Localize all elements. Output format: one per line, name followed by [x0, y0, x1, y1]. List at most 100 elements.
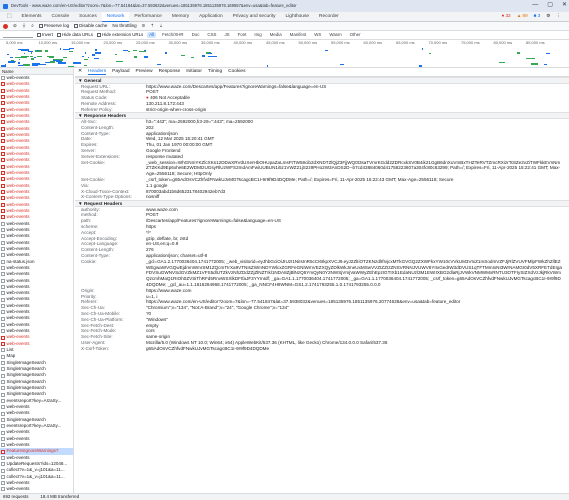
timeline-bar [29, 55, 33, 57]
timeline-bar [87, 56, 90, 59]
request-type-icon [1, 405, 5, 410]
inspect-icon[interactable]: ⬚ [2, 12, 17, 22]
chip-font[interactable]: Font [236, 32, 249, 37]
chip-fetch[interactable]: Fetch/XHR [160, 32, 185, 37]
tab-initiator[interactable]: Initiator [186, 69, 202, 75]
filter-icon[interactable]: ⏚ [22, 23, 27, 28]
tab-headers[interactable]: Headers [88, 69, 107, 76]
chip-doc[interactable]: Doc [190, 32, 202, 37]
timeline-bar [44, 50, 48, 52]
chip-js[interactable]: JS [222, 32, 231, 37]
tab-payload[interactable]: Payload [112, 69, 129, 75]
detail-tabs: ✕ Headers Payload Preview Response Initi… [75, 68, 569, 77]
close-detail-icon[interactable]: ✕ [78, 69, 82, 75]
tab-memory[interactable]: Memory [167, 12, 194, 22]
chip-ws[interactable]: WS [312, 32, 323, 37]
hide-extension-urls-checkbox[interactable]: Hide extension URLs [96, 32, 143, 37]
tab-console[interactable]: Console [47, 12, 75, 22]
request-type-icon [1, 266, 5, 270]
tab-lighthouse[interactable]: Lighthouse [281, 12, 314, 22]
tab-recorder[interactable]: Recorder [314, 12, 344, 22]
request-type-icon [1, 107, 5, 112]
request-type-icon [1, 152, 5, 157]
header-row: X-Content-Type-Options: nosniff [75, 194, 569, 200]
request-type-icon [1, 487, 5, 492]
network-toolbar: ⊘ ⏚ ⌕ Preserve log Disable cache No thro… [0, 22, 569, 31]
request-type-icon [1, 379, 5, 384]
throttle-select[interactable]: No throttling [112, 23, 136, 28]
close-button[interactable]: ✕ [562, 2, 567, 9]
timeline-bar [7, 61, 16, 63]
timeline-bar [324, 49, 328, 51]
disable-cache-checkbox[interactable]: Disable cache [74, 23, 107, 28]
preserve-log-checkbox[interactable]: Preserve log [38, 23, 69, 28]
tab-application[interactable]: Application [194, 12, 227, 22]
timeline-tick: 40,000 ms [233, 40, 253, 45]
tab-response[interactable]: Response [159, 69, 181, 75]
request-type-icon [1, 164, 5, 169]
filter-input[interactable] [3, 32, 33, 38]
invert-checkbox[interactable]: Invert [37, 32, 53, 37]
tab-privacy[interactable]: Privacy and security [228, 12, 281, 22]
timeline-tick: 60,000 ms [363, 40, 383, 45]
tab-preview[interactable]: Preview [136, 69, 153, 75]
network-timeline-overview[interactable]: 5,000 ms 10,000 ms 15,000 ms 20,000 ms 25,00… [0, 40, 569, 68]
request-type-icon [1, 82, 5, 87]
timeline-bar [6, 53, 9, 56]
request-type-icon [1, 177, 5, 182]
timeline-bar [62, 56, 68, 59]
tab-elements[interactable]: Elements [17, 12, 47, 22]
timeline-bar [544, 63, 547, 66]
chip-manifest[interactable]: Manifest [288, 32, 309, 37]
gear-icon[interactable]: ⚙ [546, 13, 550, 19]
chip-all[interactable]: All [147, 32, 157, 38]
hide-data-urls-checkbox[interactable]: Hide data URLs [56, 32, 93, 37]
header-name: Referrer Policy: [81, 106, 113, 112]
minimize-button[interactable]: — [532, 2, 538, 9]
request-type-icon [1, 386, 5, 391]
upload-icon[interactable]: ⇡ [150, 23, 154, 28]
issue-counts[interactable]: ● 32 ▲ 89 ■ 3 ⚙ ⋮ [502, 13, 561, 19]
maximize-button[interactable]: ▢ [547, 2, 553, 9]
header-name: X-Content-Type-Options: [81, 194, 132, 200]
record-icon[interactable] [3, 23, 8, 29]
timeline-bar [59, 48, 62, 50]
timeline-bar [180, 54, 186, 57]
request-type-icon [1, 348, 5, 353]
tab-sources[interactable]: Sources [74, 12, 102, 22]
request-type-icon [1, 468, 5, 473]
clear-icon[interactable]: ⊘ [13, 23, 17, 28]
download-icon[interactable]: ⇣ [159, 23, 163, 28]
timeline-bar [37, 63, 47, 66]
request-type-icon [1, 411, 5, 416]
warning-count: ▲ 89 [516, 13, 528, 18]
chip-media[interactable]: Media [268, 32, 284, 37]
status-text: 406 Not Acceptable [150, 95, 190, 101]
wifi-icon[interactable]: ≋ [142, 23, 146, 28]
tab-performance[interactable]: Performance [129, 12, 166, 22]
chip-css[interactable]: CSS [205, 32, 218, 37]
header-row: X-Csrf-Token: g65AdOsVCZhfvdFNwkUJvMGTsca… [75, 346, 569, 352]
tab-cookies[interactable]: Cookies [228, 69, 245, 75]
request-type-icon [1, 272, 5, 277]
timeline-bar [201, 55, 205, 57]
search-icon[interactable]: ⌕ [31, 23, 34, 28]
timeline-bar [31, 52, 33, 54]
timeline-bar [52, 59, 60, 62]
transferred-size: 18.4 MB transferred [40, 494, 80, 499]
timeline-bar [37, 49, 39, 52]
request-type-icon [1, 417, 5, 422]
chip-img[interactable]: Img [252, 32, 263, 37]
chip-wasm[interactable]: Wasm [327, 32, 343, 37]
timeline-tick: 10,000 ms [38, 40, 58, 45]
name-column-header[interactable]: Name [0, 68, 73, 75]
tab-network[interactable]: Network [101, 11, 130, 22]
request-type-icon [1, 76, 5, 81]
chip-other[interactable]: Other [348, 32, 363, 37]
request-type-icon [1, 183, 5, 188]
tab-timing[interactable]: Timing [208, 69, 222, 75]
timeline-tick: 35,000 ms [201, 40, 220, 45]
request-type-icon [1, 392, 5, 397]
timeline-bar [68, 50, 73, 52]
more-icon[interactable]: ⋮ [556, 13, 561, 19]
